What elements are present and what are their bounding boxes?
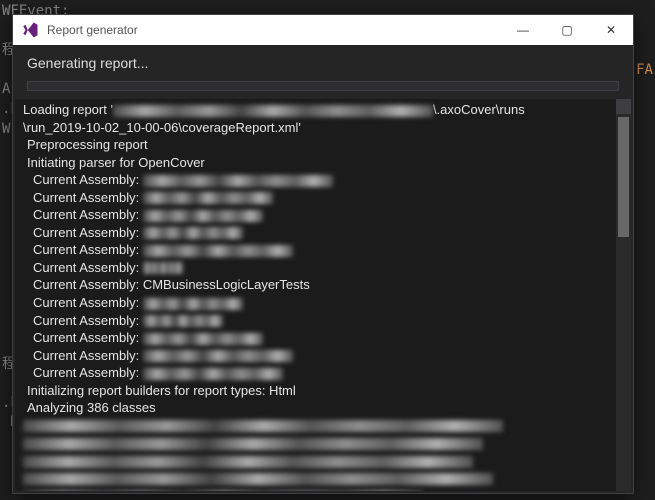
log-line: Current Assembly: bbox=[23, 294, 623, 312]
log-line: Current Assembly: bbox=[23, 259, 623, 277]
vs-logo-icon bbox=[21, 21, 39, 39]
redacted-text bbox=[143, 227, 243, 239]
log-line: Initializing report builders for report … bbox=[23, 382, 623, 400]
log-line: Current Assembly: bbox=[23, 171, 623, 189]
redacted-text bbox=[143, 333, 263, 345]
redacted-text bbox=[143, 298, 243, 310]
log-line bbox=[23, 487, 623, 491]
progress-bar bbox=[27, 81, 619, 91]
status-text: Generating report... bbox=[27, 55, 148, 71]
maximize-button[interactable]: ▢ bbox=[545, 15, 589, 45]
log-line: Current Assembly: bbox=[23, 347, 623, 365]
log-line: Loading report '\.axoCover\runs bbox=[23, 101, 623, 119]
redacted-text bbox=[143, 192, 273, 204]
log-output: Loading report '\.axoCover\runs\run_2019… bbox=[15, 99, 631, 491]
log-line: \run_2019-10-02_10-00-06\coverageReport.… bbox=[23, 119, 623, 137]
redacted-text bbox=[23, 473, 493, 485]
log-line: Current Assembly: bbox=[23, 241, 623, 259]
redacted-text bbox=[143, 368, 283, 380]
redacted-text bbox=[143, 262, 183, 274]
redacted-text bbox=[143, 210, 263, 222]
redacted-text bbox=[23, 420, 503, 432]
log-line: Current Assembly: bbox=[23, 189, 623, 207]
log-line bbox=[23, 469, 623, 487]
redacted-text bbox=[113, 105, 433, 117]
log-line: Analyzing 386 classes bbox=[23, 399, 623, 417]
redacted-text bbox=[143, 245, 293, 257]
report-generator-dialog: Report generator — ▢ ✕ Generating report… bbox=[12, 14, 634, 494]
redacted-text bbox=[143, 315, 223, 327]
log-line bbox=[23, 434, 623, 452]
log-line: Current Assembly: bbox=[23, 312, 623, 330]
scrollbar[interactable] bbox=[616, 99, 631, 491]
log-line bbox=[23, 417, 623, 435]
log-line: Initiating parser for OpenCover bbox=[23, 154, 623, 172]
minimize-button[interactable]: — bbox=[501, 15, 545, 45]
window-title: Report generator bbox=[47, 23, 501, 37]
log-line: Current Assembly: CMBusinessLogicLayerTe… bbox=[23, 276, 623, 294]
redacted-text bbox=[143, 350, 293, 362]
log-line bbox=[23, 452, 623, 470]
log-line: Current Assembly: bbox=[23, 224, 623, 242]
log-line: Preprocessing report bbox=[23, 136, 623, 154]
status-header: Generating report... bbox=[13, 45, 633, 75]
log-line: Current Assembly: bbox=[23, 206, 623, 224]
redacted-text bbox=[23, 456, 473, 468]
redacted-text bbox=[23, 438, 483, 450]
log-line: Current Assembly: bbox=[23, 329, 623, 347]
close-button[interactable]: ✕ bbox=[589, 15, 633, 45]
redacted-text bbox=[143, 175, 333, 187]
log-line: Current Assembly: bbox=[23, 364, 623, 382]
titlebar[interactable]: Report generator — ▢ ✕ bbox=[13, 15, 633, 45]
